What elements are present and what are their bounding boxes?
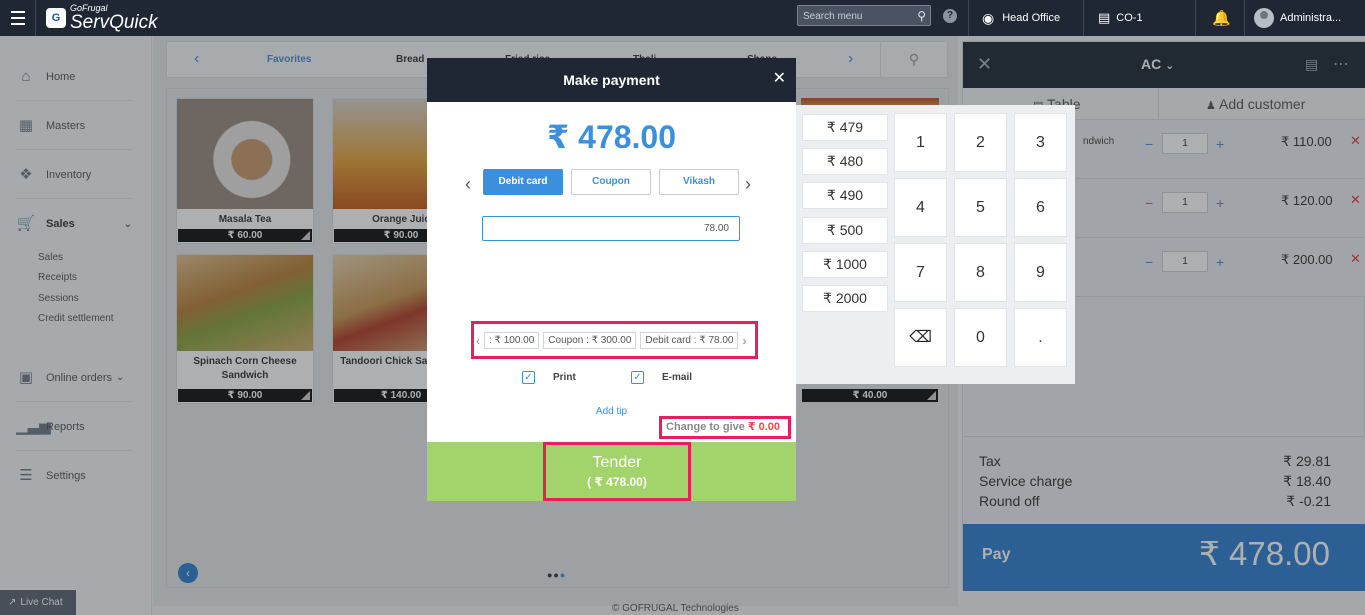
quick-amount-button[interactable]: ₹ 490 [802, 182, 888, 209]
chevron-left-icon[interactable]: ‹ [465, 174, 471, 195]
user-name: Administra... [1280, 12, 1342, 24]
change-to-give: Change to give ₹ 0.00 [659, 416, 791, 439]
payment-split-chip[interactable]: : ₹ 100.00 [484, 332, 540, 349]
counter-icon: ▤ [1098, 10, 1111, 25]
dialog-header: Make payment ✕ [427, 58, 796, 102]
payment-method-vikash[interactable]: Vikash [659, 169, 739, 195]
notifications-bell-icon[interactable]: 🔔 [1212, 0, 1231, 36]
quick-amount-button[interactable]: ₹ 2000 [802, 285, 888, 312]
quick-amount-button[interactable]: ₹ 1000 [802, 251, 888, 278]
top-bar: G GoFrugal ServQuick ⚲ ? ◉ Head Office ▤… [0, 0, 1365, 36]
hamburger-icon [10, 9, 25, 27]
payment-method-coupon[interactable]: Coupon [571, 169, 651, 195]
checkmark-icon: ✓ [522, 371, 535, 384]
close-icon[interactable]: ✕ [773, 68, 786, 88]
print-label: Print [553, 372, 576, 383]
tender-label: Tender [592, 454, 642, 471]
logo-badge-icon: G [46, 8, 66, 28]
user-menu[interactable]: Administra... [1254, 0, 1341, 36]
tender-button[interactable]: Tender ( ₹ 478.00) [543, 442, 691, 501]
divider [1083, 0, 1084, 36]
keypad-key-8[interactable]: 8 [954, 243, 1007, 302]
tender-bar: Tender ( ₹ 478.00) [427, 442, 796, 501]
print-checkbox[interactable]: ✓ Print [522, 371, 576, 384]
keypad-key-7[interactable]: 7 [894, 243, 947, 302]
quick-amount-button[interactable]: ₹ 479 [802, 114, 888, 141]
menu-toggle-button[interactable] [0, 0, 36, 36]
chevron-right-icon[interactable]: › [742, 334, 746, 348]
payment-split-chip[interactable]: Coupon : ₹ 300.00 [543, 332, 637, 349]
payment-splits: ‹ : ₹ 100.00 Coupon : ₹ 300.00 Debit car… [471, 321, 758, 359]
keypad-key-9[interactable]: 9 [1014, 243, 1067, 302]
keypad-key-decimal[interactable]: . [1014, 308, 1067, 367]
keypad-key-0[interactable]: 0 [954, 308, 1007, 367]
counter-label: CO-1 [1116, 12, 1143, 24]
counter-selector[interactable]: ▤ CO-1 [1098, 0, 1143, 36]
change-value: ₹ 0.00 [747, 421, 781, 433]
divider [968, 0, 969, 36]
search-menu: ⚲ [797, 5, 931, 26]
payment-total-amount: ₹ 478.00 [546, 119, 677, 155]
avatar [1254, 8, 1274, 28]
email-checkbox[interactable]: ✓ E-mail [631, 371, 692, 384]
keypad-key-1[interactable]: 1 [894, 113, 947, 172]
keypad-key-3[interactable]: 3 [1014, 113, 1067, 172]
keypad-panel: ₹ 479 ₹ 480 ₹ 490 ₹ 500 ₹ 1000 ₹ 2000 1 … [796, 105, 1075, 384]
tender-amount: ( ₹ 478.00) [587, 475, 647, 489]
quick-amount-button[interactable]: ₹ 500 [802, 217, 888, 244]
app-logo[interactable]: G GoFrugal ServQuick [46, 3, 158, 33]
backspace-icon[interactable]: ⌫ [894, 308, 947, 367]
location-pin-icon: ◉ [982, 9, 995, 26]
change-label: Change to give [666, 421, 745, 433]
divider [1195, 0, 1196, 36]
logo-big-text: ServQuick [70, 12, 158, 33]
location-label: Head Office [1002, 12, 1061, 24]
payment-method-debit-card[interactable]: Debit card [483, 169, 563, 195]
chevron-right-icon[interactable]: › [745, 174, 751, 195]
checkmark-icon: ✓ [631, 371, 644, 384]
make-payment-dialog: Make payment ✕ ₹ 478.00 ‹ Debit card Cou… [427, 58, 796, 501]
keypad-key-4[interactable]: 4 [894, 178, 947, 237]
location-selector[interactable]: ◉ Head Office [982, 0, 1060, 36]
keypad-key-6[interactable]: 6 [1014, 178, 1067, 237]
payment-amount-input[interactable] [482, 216, 740, 241]
search-icon[interactable]: ⚲ [917, 9, 926, 23]
dialog-title: Make payment [563, 72, 660, 88]
keypad-key-5[interactable]: 5 [954, 178, 1007, 237]
payment-split-chip[interactable]: Debit card : ₹ 78.00 [640, 332, 739, 349]
chevron-left-icon[interactable]: ‹ [476, 334, 480, 348]
divider [1244, 0, 1245, 36]
quick-amount-button[interactable]: ₹ 480 [802, 148, 888, 175]
keypad-key-2[interactable]: 2 [954, 113, 1007, 172]
help-icon[interactable]: ? [943, 9, 957, 23]
search-menu-input[interactable] [798, 7, 908, 26]
email-label: E-mail [662, 372, 693, 383]
